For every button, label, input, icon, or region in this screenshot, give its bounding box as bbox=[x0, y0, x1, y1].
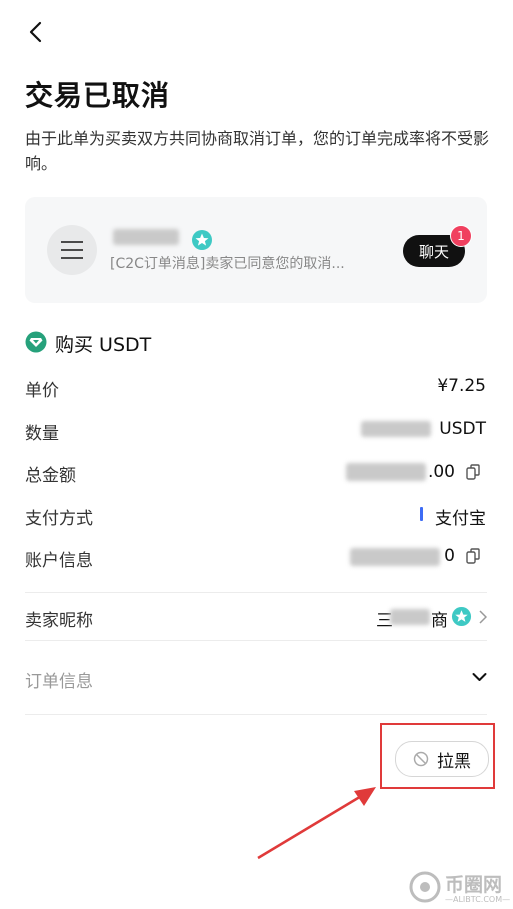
chat-message-preview: [C2C订单消息]卖家已同意您的取消... bbox=[110, 256, 345, 272]
quantity-redacted bbox=[361, 421, 431, 437]
seller-row[interactable]: 卖家昵称 三 商 bbox=[25, 593, 487, 639]
verified-star-icon bbox=[451, 606, 472, 627]
menu-avatar bbox=[47, 225, 97, 275]
watermark-domain: —ALIBTC.COM— bbox=[445, 895, 511, 904]
unread-badge: 1 bbox=[450, 225, 472, 247]
unit-price-value: ¥7.25 bbox=[437, 376, 486, 396]
divider bbox=[25, 640, 487, 641]
cancel-description: 由于此单为买卖双方共同协商取消订单，您的订单完成率将不受影响。 bbox=[25, 129, 490, 173]
chevron-right-icon bbox=[479, 610, 487, 624]
unit-price-label: 单价 bbox=[25, 381, 59, 401]
payment-method-label: 支付方式 bbox=[25, 509, 93, 529]
watermark: 币圈网 —ALIBTC.COM— bbox=[408, 868, 513, 909]
chevron-down-icon bbox=[472, 673, 487, 681]
chat-card[interactable]: [C2C订单消息]卖家已同意您的取消... 聊天 1 bbox=[25, 197, 487, 303]
quantity-label: 数量 bbox=[25, 424, 59, 444]
order-info-label: 订单信息 bbox=[25, 672, 93, 692]
copy-icon[interactable] bbox=[466, 548, 480, 564]
back-chevron-icon[interactable] bbox=[22, 18, 50, 46]
order-info-row[interactable]: 订单信息 bbox=[25, 655, 487, 699]
order-section-title: 购买 USDT bbox=[55, 334, 152, 356]
annotation-highlight-box bbox=[380, 723, 495, 789]
seller-nickname-redacted bbox=[390, 609, 430, 625]
tether-icon bbox=[25, 331, 47, 353]
copy-icon[interactable] bbox=[466, 464, 480, 480]
page-title: 交易已取消 bbox=[25, 79, 171, 112]
verified-star-icon bbox=[192, 230, 212, 250]
seller-name-redacted bbox=[113, 229, 179, 245]
seller-nickname-label: 卖家昵称 bbox=[25, 611, 93, 631]
account-info-suffix: 0 bbox=[444, 546, 455, 566]
total-amount-redacted bbox=[346, 463, 426, 481]
quantity-unit: USDT bbox=[439, 419, 486, 439]
total-amount-suffix: .00 bbox=[427, 462, 455, 482]
seller-nickname-suffix: 商 bbox=[431, 611, 448, 631]
watermark-logo-icon bbox=[409, 871, 441, 903]
payment-accent-bar bbox=[420, 507, 423, 521]
annotation-arrow bbox=[257, 787, 376, 860]
payment-method-value: 支付宝 bbox=[435, 509, 486, 529]
total-amount-label: 总金额 bbox=[25, 466, 76, 486]
watermark-brand: 币圈网 bbox=[445, 874, 503, 896]
divider bbox=[25, 714, 487, 715]
account-info-label: 账户信息 bbox=[25, 551, 93, 571]
account-info-redacted bbox=[350, 548, 440, 566]
menu-lines-icon bbox=[61, 241, 83, 259]
